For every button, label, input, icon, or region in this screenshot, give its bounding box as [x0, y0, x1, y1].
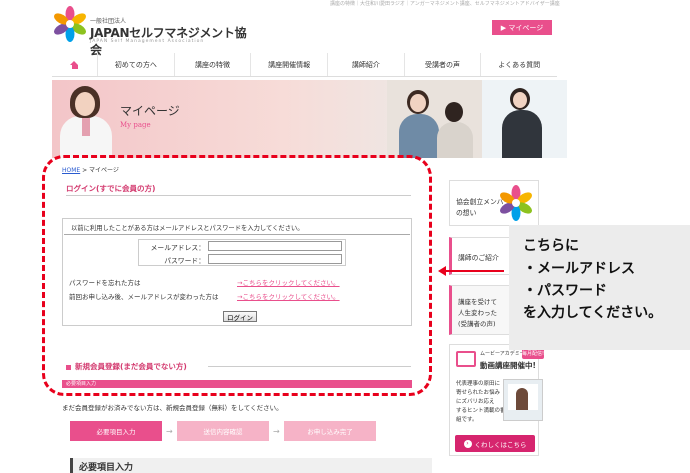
annotation-arrow-icon [438, 266, 446, 276]
annotation-callout: こちらに ・メールアドレス ・パスワード を入力してください。 [509, 225, 690, 350]
callout-line-3: ・パスワード [523, 283, 607, 299]
sidebar-founder-banner[interactable]: 協会創立メンバー の想い [449, 180, 539, 226]
register-text: まだ会員登録がお済みでない方は、新規会員登録（無料）をしてください。 [62, 404, 283, 412]
chevron-right-icon: › [463, 439, 472, 448]
movie-text-4: するヒント満載の番 [456, 408, 506, 414]
nav-home[interactable] [52, 53, 97, 76]
step-arrow-icon: → [273, 427, 280, 436]
step-confirm: 送信内容確認 [177, 421, 269, 441]
step-input: 必要項目入力 [70, 421, 162, 441]
instructors-label: 講師のご紹介 [458, 254, 499, 262]
callout-line-2: ・メールアドレス [523, 261, 635, 277]
nav-item-schedule[interactable]: 講座開催情報 [250, 53, 327, 76]
movie-details-button[interactable]: › くわしくはこちら [455, 435, 535, 452]
nav-item-features[interactable]: 講座の特徴 [173, 53, 251, 76]
nav-item-instructors[interactable]: 講師紹介 [327, 53, 404, 76]
monitor-icon [456, 351, 476, 367]
home-icon [70, 60, 79, 69]
mypage-button[interactable]: ▶ マイページ [492, 20, 552, 35]
required-heading: 必要項目入力 [70, 458, 432, 473]
flower-logo-icon [500, 185, 532, 221]
nav-item-voices[interactable]: 受講者の声 [403, 53, 481, 76]
voice-label-3: (受講者の声) [458, 320, 496, 328]
founder-label-2: の想い [456, 209, 477, 217]
banner-photo-woman [60, 82, 112, 158]
laptop-image [503, 379, 543, 421]
nav-item-faq[interactable]: よくある質問 [480, 53, 557, 76]
banner-photo-group [387, 80, 482, 158]
nav-item-beginners[interactable]: 初めての方へ [97, 53, 174, 76]
movie-academy-label: ムービーアカデミー [480, 351, 525, 357]
movie-text-1: 代表理事の原田に [456, 381, 501, 387]
movie-text-5: 組です。 [456, 417, 478, 423]
site-logo[interactable]: 一般社団法人 JAPANセルフマネジメント協会 JAPAN Self Manag… [52, 6, 252, 57]
main-nav: 初めての方へ 講座の特徴 講座開催情報 講師紹介 受講者の声 よくある質問 [52, 53, 557, 77]
annotation-highlight [42, 155, 432, 396]
flower-logo-icon [54, 6, 86, 42]
page-title: マイページ [120, 104, 180, 118]
annotation-arrow-line [444, 270, 504, 272]
header-topline: 講座の特徴｜大住和川愛田ラジオ｜アンガーマネジメント講座、セルフマネジメントアド… [330, 1, 560, 6]
movie-heading: 動画講座開催中! [480, 361, 536, 370]
voice-label-2: 人生変わった [458, 309, 497, 317]
movie-button-label: くわしくはこちら [474, 440, 527, 449]
voice-label-1: 講座を受けて [458, 298, 497, 306]
logo-english: JAPAN Self Management Association [90, 39, 205, 44]
banner-photo-office [482, 80, 567, 158]
movie-text-3: にズバリお応え [456, 399, 495, 405]
movie-text-2: 寄せられたお悩み [456, 390, 501, 396]
callout-line-4: を入力してください。 [523, 305, 663, 321]
sidebar-movie-academy: ムービーアカデミー 毎月配信! 動画講座開催中! 代表理事の原田に 寄せられたお… [449, 344, 544, 456]
callout-line-1: こちらに [523, 238, 579, 254]
page-subtitle: My page [120, 121, 151, 129]
page-banner: マイページ My page [52, 80, 567, 158]
step-complete: お申し込み完了 [284, 421, 376, 441]
step-arrow-icon: → [166, 427, 173, 436]
